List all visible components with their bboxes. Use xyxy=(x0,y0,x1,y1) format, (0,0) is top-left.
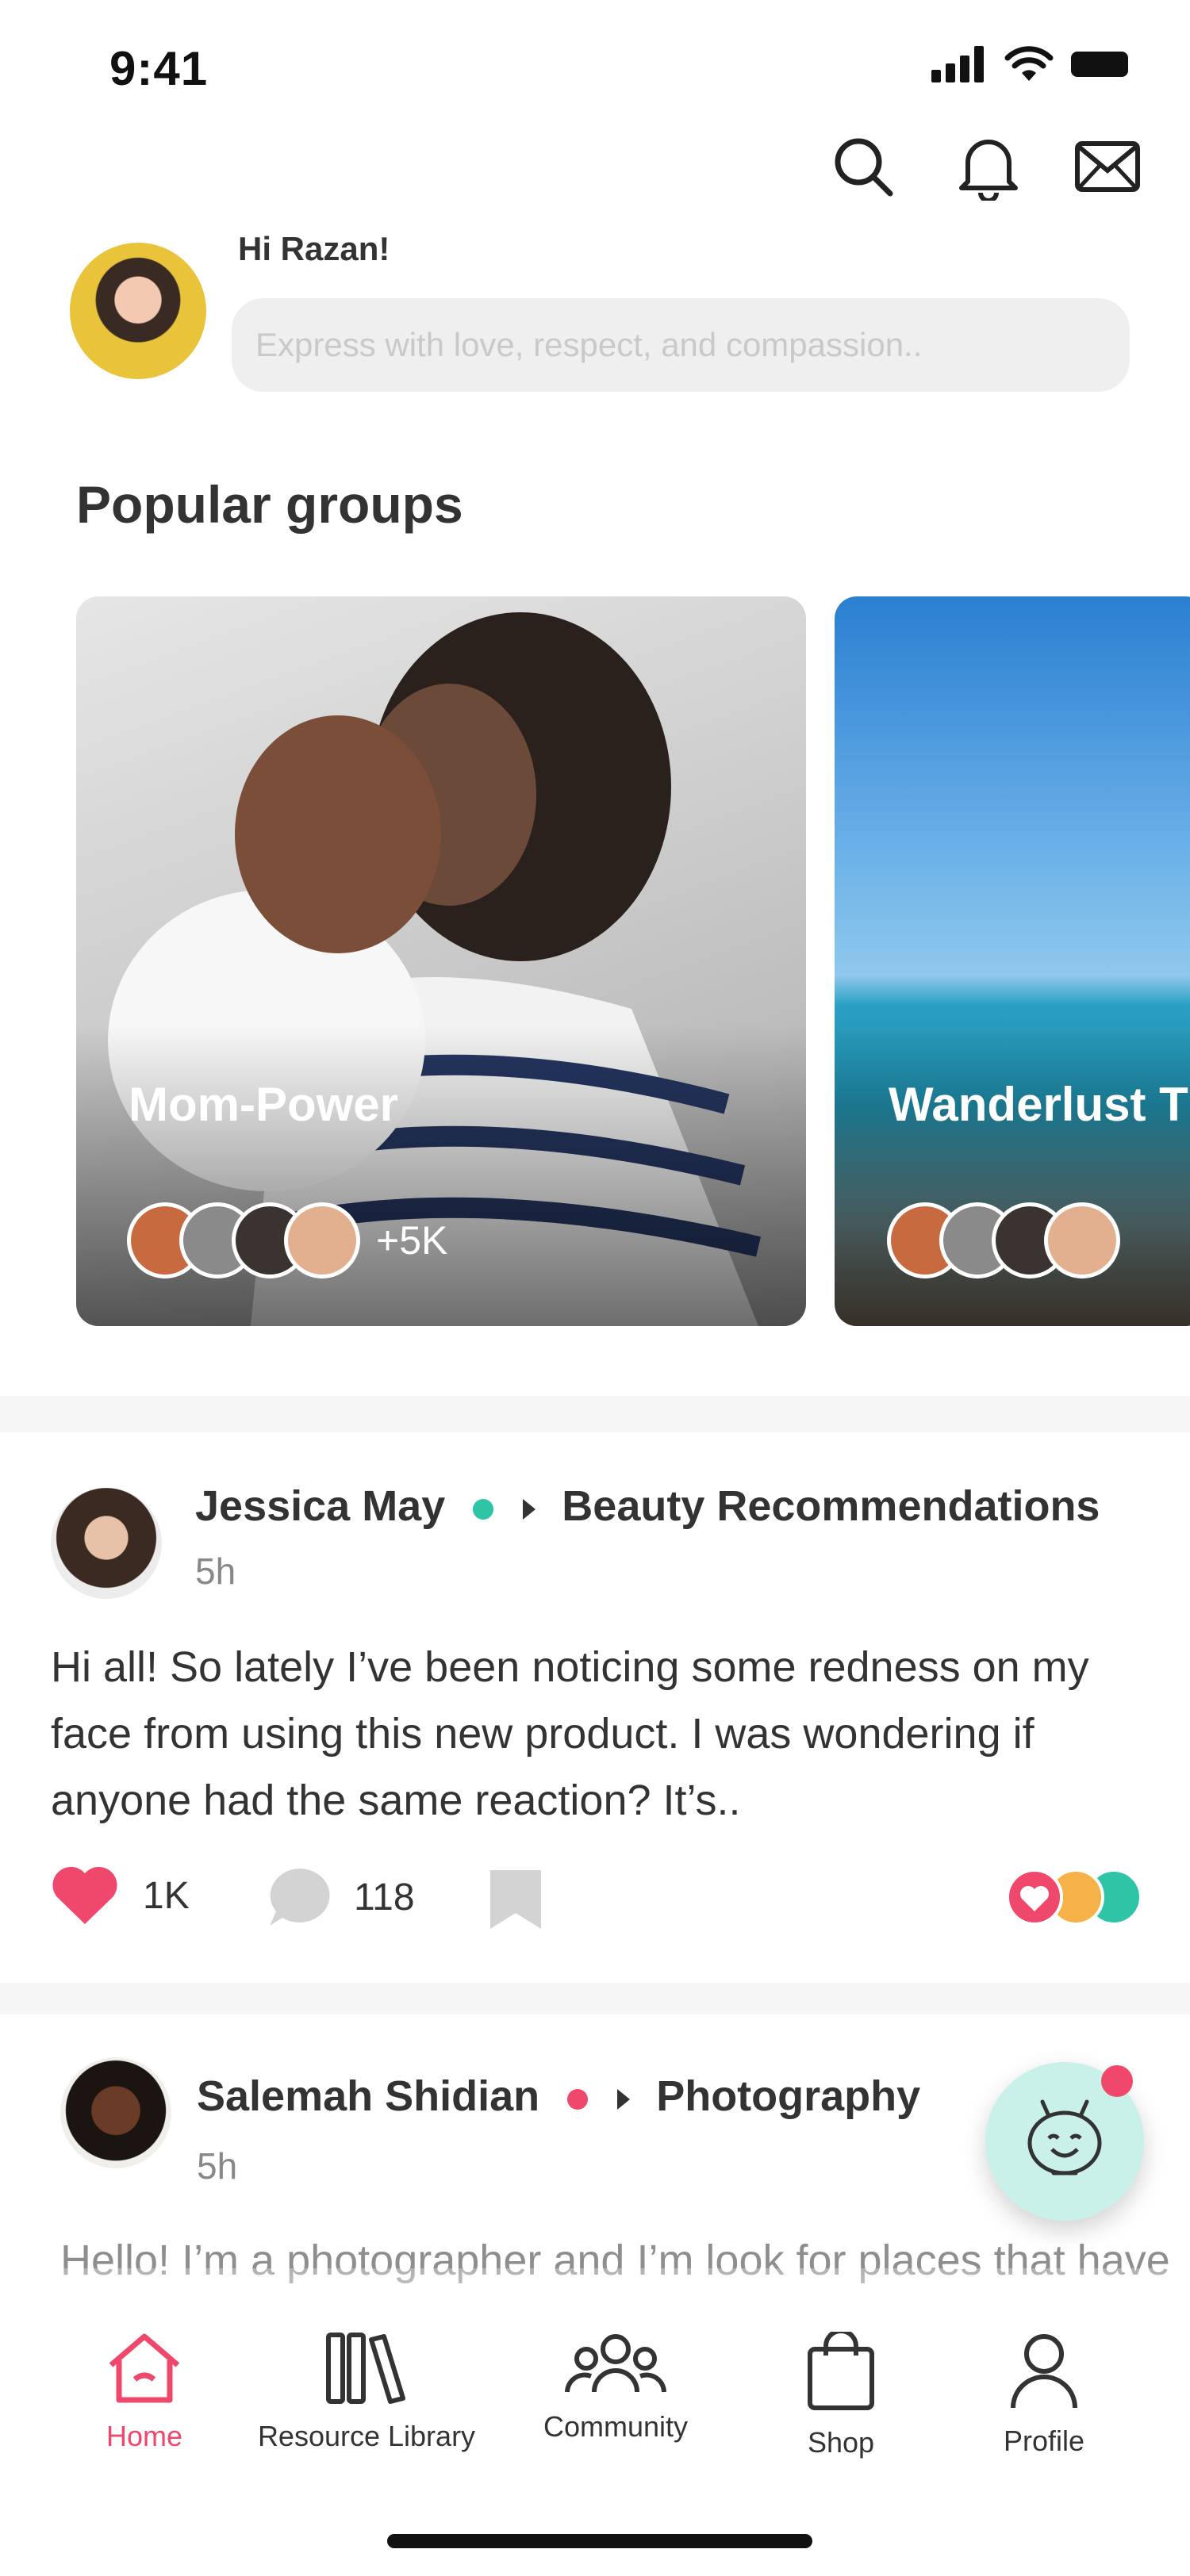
post-header: Jessica May Beauty Recommendations xyxy=(195,1482,1100,1531)
notifications-button[interactable] xyxy=(949,127,1028,206)
post-body[interactable]: Hi all! So lately I’ve been noticing som… xyxy=(51,1634,1161,1834)
member-avatar xyxy=(284,1202,360,1278)
group-color-dot xyxy=(567,2088,589,2110)
caret-right-icon xyxy=(523,1498,536,1520)
nav-item-home[interactable]: Home xyxy=(25,2332,263,2453)
nav-item-shop[interactable]: Shop xyxy=(722,2329,960,2459)
user-avatar[interactable] xyxy=(70,243,206,379)
mail-icon xyxy=(1075,141,1140,192)
nav-item-community[interactable]: Community xyxy=(497,2332,735,2444)
group-name: Wanderlust T xyxy=(889,1078,1188,1131)
comment-icon xyxy=(270,1868,330,1926)
nav-label: Shop xyxy=(807,2426,875,2459)
compose-input[interactable]: Express with love, respect, and compassi… xyxy=(232,298,1130,392)
member-avatar xyxy=(1044,1202,1120,1278)
books-icon xyxy=(326,2333,405,2404)
group-name: Mom-Power xyxy=(129,1078,399,1131)
battery-icon xyxy=(1071,52,1128,77)
heart-icon xyxy=(52,1866,117,1924)
author-name[interactable]: Salemah Shidian xyxy=(197,2072,539,2120)
notification-badge xyxy=(1101,2065,1133,2097)
card-shade xyxy=(835,1025,1190,1326)
signal-icon xyxy=(931,46,984,82)
reaction-stack-icon xyxy=(1006,1869,1142,1926)
nav-label: Profile xyxy=(1003,2425,1085,2457)
post-actions: 1K 118 xyxy=(51,1865,1161,1929)
nav-label: Community xyxy=(543,2410,689,2443)
member-count: +5K xyxy=(376,1218,448,1263)
messages-button[interactable] xyxy=(1068,127,1147,206)
post-header: Salemah Shidian Photography xyxy=(197,2072,920,2121)
greeting-text: Hi Razan! xyxy=(238,230,390,267)
nav-label: Resource Library xyxy=(257,2420,476,2452)
nav-label: Home xyxy=(106,2420,183,2452)
author-name[interactable]: Jessica May xyxy=(195,1482,445,1530)
like-button[interactable]: 1K xyxy=(51,1865,190,1926)
home-indicator xyxy=(387,2534,812,2548)
bookmark-icon xyxy=(490,1870,541,1929)
section-divider xyxy=(0,1396,1190,1432)
post-time: 5h xyxy=(197,2145,238,2187)
bot-face-icon xyxy=(1027,2099,1102,2175)
bell-icon xyxy=(959,140,1018,201)
comment-button[interactable]: 118 xyxy=(265,1865,415,1929)
member-avatars: +5K xyxy=(127,1202,447,1278)
search-button[interactable] xyxy=(823,127,903,206)
group-card-wanderlust[interactable]: Wanderlust T xyxy=(835,596,1190,1326)
shopping-bag-icon xyxy=(808,2329,874,2410)
group-card-mom-power[interactable]: Mom-Power +5K xyxy=(76,596,806,1326)
like-count: 1K xyxy=(143,1874,190,1917)
caret-right-icon xyxy=(617,2088,631,2110)
status-time: 9:41 xyxy=(109,42,209,95)
bookmark-button[interactable] xyxy=(489,1869,543,1934)
group-link[interactable]: Beauty Recommendations xyxy=(562,1482,1100,1530)
comment-count: 118 xyxy=(354,1876,415,1919)
home-icon xyxy=(109,2333,180,2403)
section-title-popular-groups: Popular groups xyxy=(76,475,463,534)
author-avatar[interactable] xyxy=(60,2057,171,2168)
system-icons xyxy=(931,46,1134,82)
reaction-summary[interactable] xyxy=(1003,1867,1146,1927)
nav-item-resource-library[interactable]: Resource Library xyxy=(248,2332,486,2453)
group-link[interactable]: Photography xyxy=(656,2072,920,2120)
card-shade xyxy=(76,1025,806,1326)
section-divider xyxy=(0,1983,1190,2014)
member-avatars xyxy=(887,1202,1120,1278)
compose-placeholder: Express with love, respect, and compassi… xyxy=(255,326,923,363)
nav-item-profile[interactable]: Profile xyxy=(925,2332,1163,2458)
post-time: 5h xyxy=(195,1551,236,1592)
person-icon xyxy=(1011,2334,1077,2409)
search-icon xyxy=(835,138,893,197)
people-icon xyxy=(565,2334,666,2393)
author-avatar[interactable] xyxy=(51,1488,162,1599)
group-color-dot xyxy=(473,1498,494,1520)
wifi-icon xyxy=(1004,46,1054,81)
